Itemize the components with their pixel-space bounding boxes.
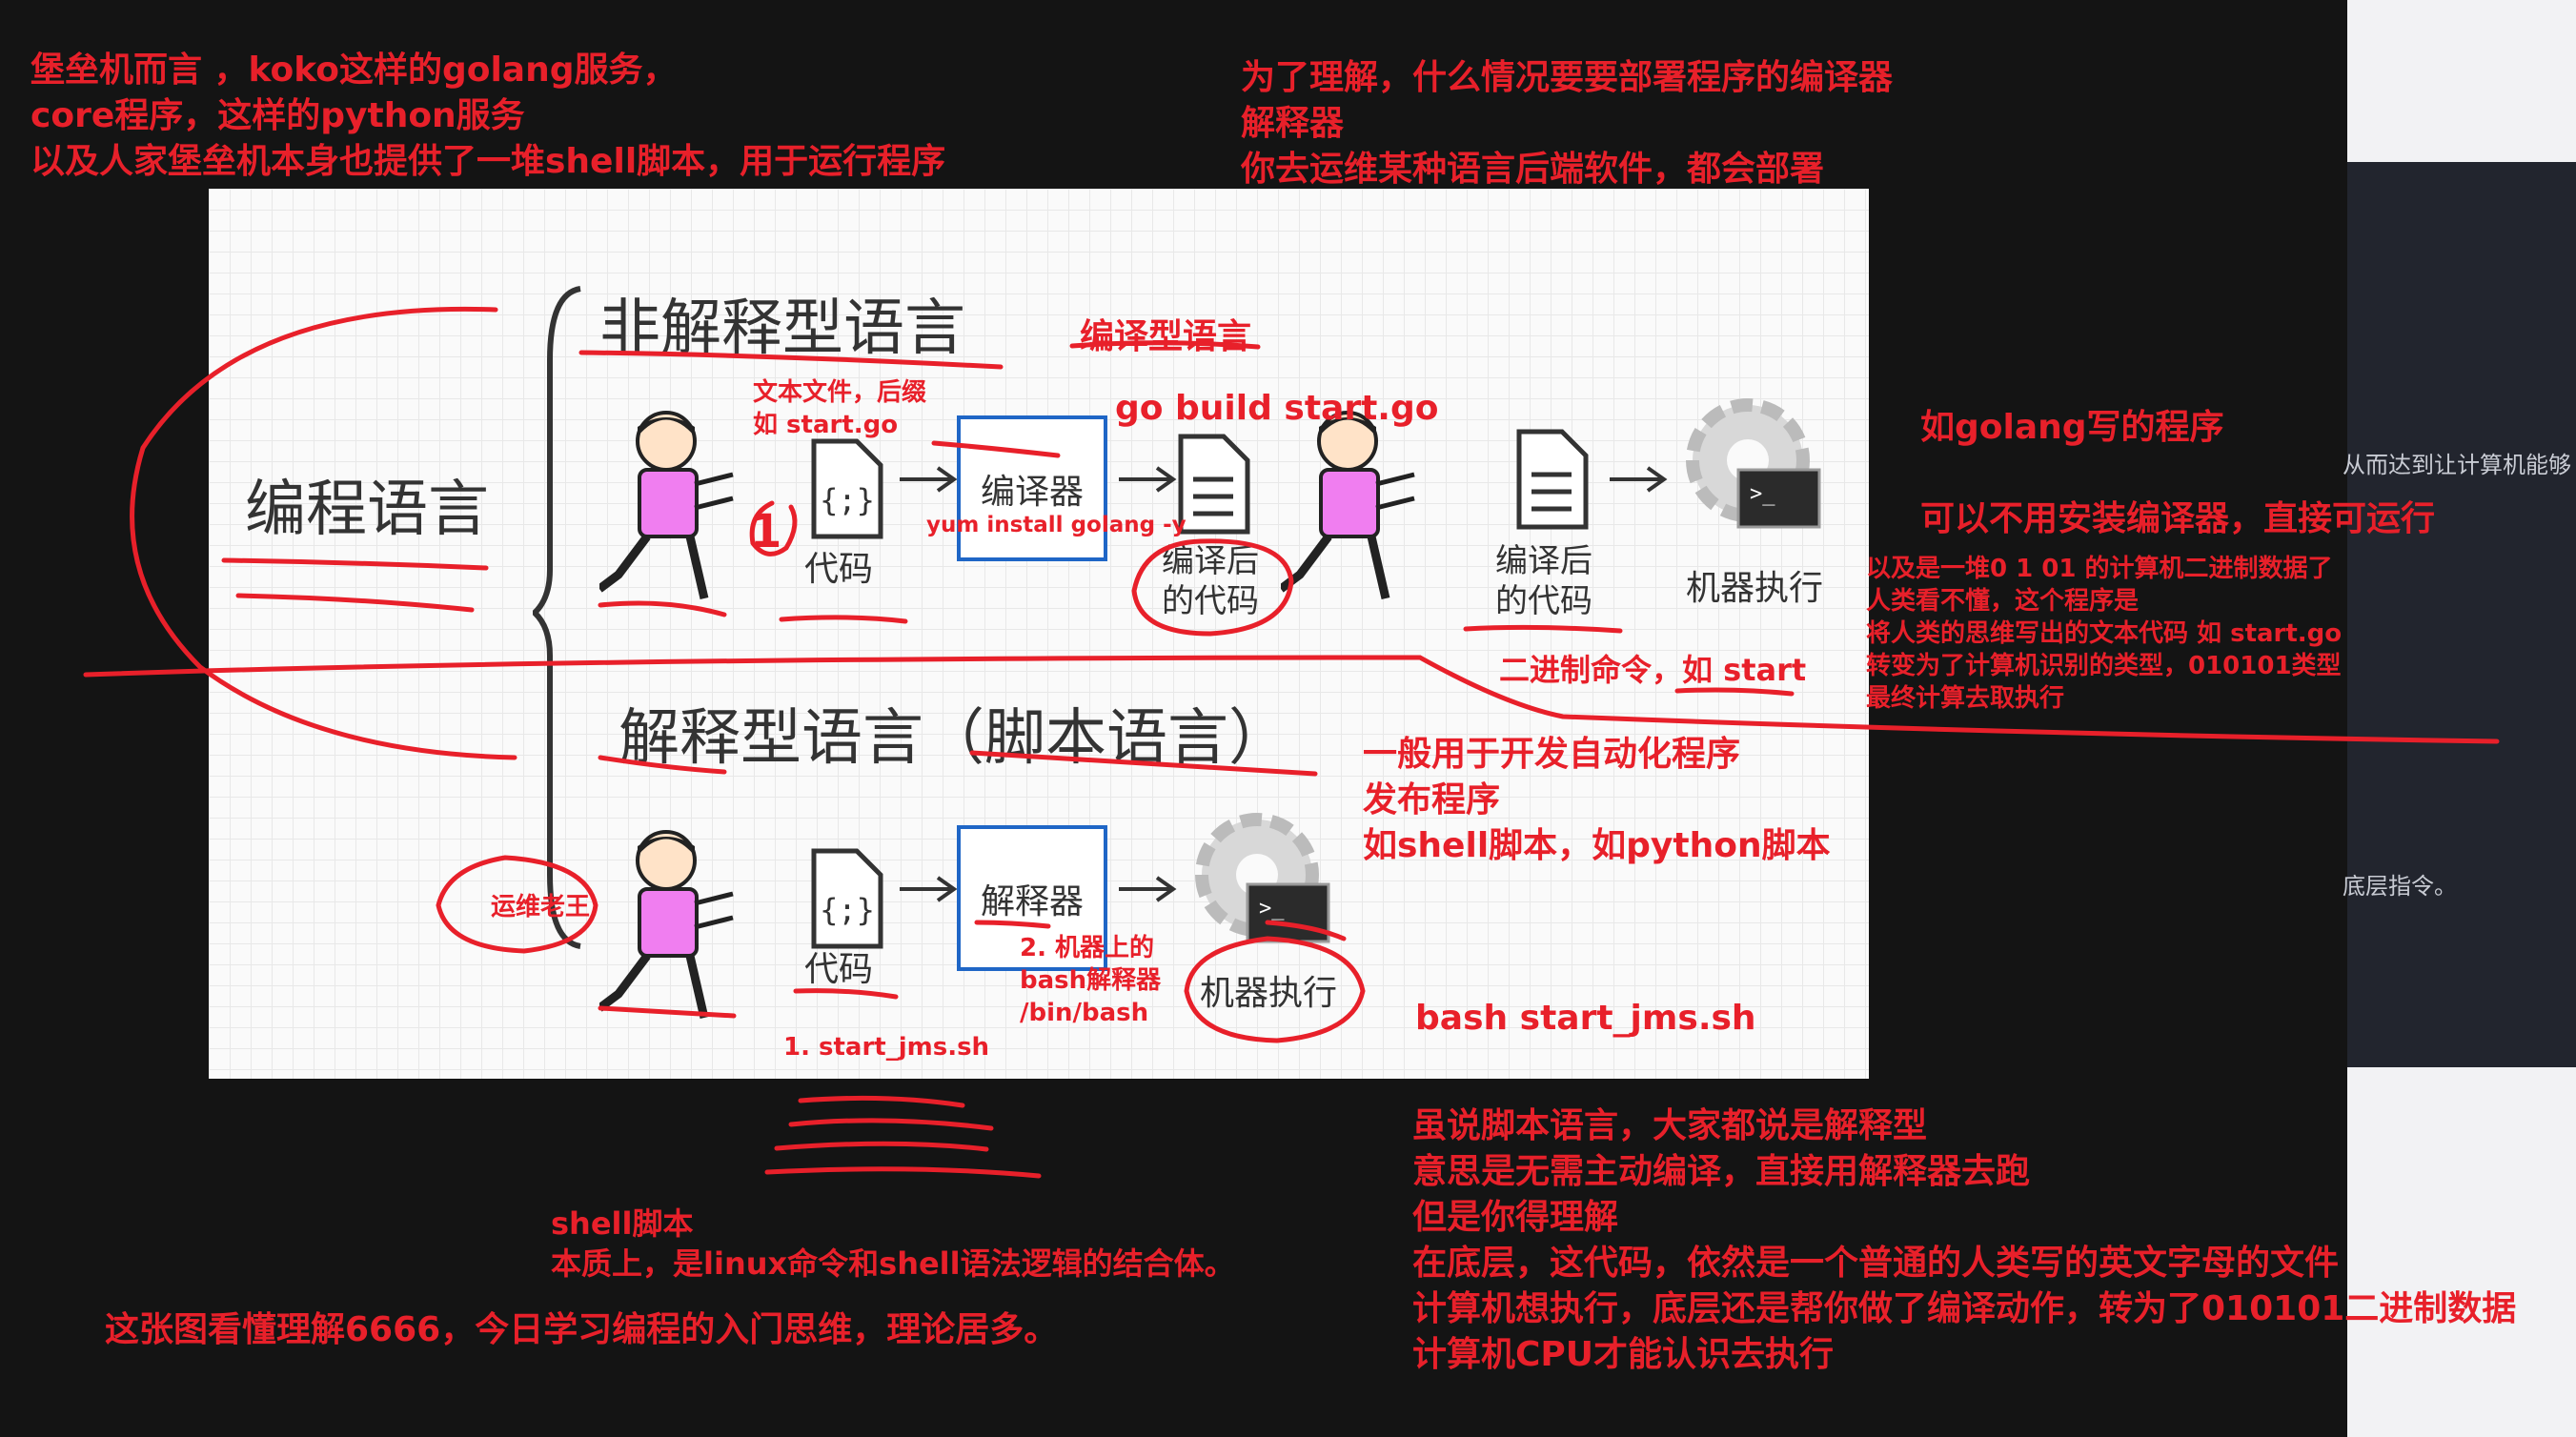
compiled-code-line: 的代码: [1162, 582, 1259, 620]
underline-stroke: [764, 1166, 1042, 1179]
note-line: bash解释器: [1020, 966, 1162, 995]
note-line: 以及人家堡垒机本身也提供了一堆shell脚本，用于运行程序: [30, 142, 946, 181]
right-dark-panel: [2347, 162, 2576, 1067]
bottom-note: 这张图看懂理解6666，今日学习编程的入门思维，理论居多。: [105, 1310, 1059, 1349]
note-line: 虽说脚本语言，大家都说是解释型: [1412, 1106, 1928, 1145]
note-line: core程序，这样的python服务: [30, 96, 525, 135]
note-line: 本质上，是linux命令和shell语法逻辑的结合体。: [551, 1245, 1235, 1282]
golang-note: 如golang写的程序 可以不用安装编译器，直接可运行: [1920, 405, 2435, 542]
start-jms-note: 1. start_jms.sh: [783, 1033, 990, 1062]
note-top-left: 堡垒机而言 ，koko这样的golang服务， core程序，这样的python…: [30, 48, 945, 185]
shell-note: shell脚本 本质上，是linux命令和shell语法逻辑的结合体。: [551, 1204, 1235, 1284]
arrow-icon: [1610, 466, 1668, 493]
compiled-code-label: 编译后 的代码: [1495, 541, 1592, 621]
note-line: 人类看不懂，这个程序是: [1866, 587, 2140, 616]
gear-terminal-icon: >_: [1195, 813, 1330, 943]
note-line: 如 start.go: [753, 411, 899, 439]
underline-stroke: [774, 1141, 989, 1152]
note-line: 可以不用安装编译器，直接可运行: [1920, 499, 2436, 538]
note-line: shell脚本: [551, 1205, 694, 1242]
note-line: 你去运维某种语言后端软件，都会部署: [1241, 150, 1825, 189]
go-build-note: go build start.go: [1115, 389, 1439, 428]
bash-cmd-note: bash start_jms.sh: [1415, 999, 1756, 1038]
note-line: 如golang写的程序: [1920, 408, 2224, 447]
text-file-note: 文本文件，后缀 如 start.go: [753, 376, 926, 441]
number-one-mark: 1: [750, 505, 782, 558]
interpreted-heading: 解释型语言（脚本语言）: [619, 703, 1289, 774]
arrow-icon: [1119, 466, 1177, 493]
note-line: 转变为了计算机识别的类型，010101类型: [1866, 652, 2342, 680]
code-label: 代码: [804, 550, 874, 589]
note-line: 文本文件，后缀: [753, 378, 927, 407]
note-line: [1920, 451, 2435, 496]
note-line: 但是你得理解: [1412, 1198, 1619, 1237]
compiler-box: 编译器: [957, 415, 1107, 561]
person-icon: [1281, 411, 1415, 600]
interpreter-label: 解释器: [980, 881, 1084, 921]
note-line: 最终计算去取执行: [1866, 684, 2065, 713]
arrow-icon: [1119, 876, 1177, 902]
note-line: 如shell脚本，如python脚本: [1363, 826, 1831, 865]
ops-wang-note: 运维老王: [491, 893, 591, 921]
code-file-icon: {;}: [811, 438, 883, 539]
note-line: 2. 机器上的: [1020, 934, 1155, 962]
note-top-center: 为了理解，什么情况要要部署程序的编译器 解释器 你去运维某种语言后端软件，都会部…: [1241, 55, 1893, 192]
automation-note: 一般用于开发自动化程序 发布程序 如shell脚本，如python脚本: [1363, 732, 1831, 869]
note-line: /bin/bash: [1020, 999, 1149, 1027]
note-line: 一般用于开发自动化程序: [1363, 735, 1741, 774]
compiled-code-label: 编译后 的代码: [1162, 541, 1259, 621]
note-line: 以及是一堆0 1 01 的计算机二进制数据了: [1866, 555, 2333, 583]
document-icon: [1178, 434, 1250, 535]
compiled-code-line: 编译后: [1162, 542, 1259, 580]
root-label: 编程语言: [245, 475, 489, 545]
code-file-icon: {;}: [811, 848, 883, 949]
yum-install-note: yum install golang -y: [926, 513, 1187, 537]
svg-text:>_: >_: [1750, 482, 1775, 506]
non-interpreted-heading: 非解释型语言: [599, 293, 965, 364]
gear-terminal-icon: >_: [1686, 398, 1821, 529]
binary-explain-note: 以及是一堆0 1 01 的计算机二进制数据了 人类看不懂，这个程序是 将人类的思…: [1866, 553, 2342, 715]
machine-bash-note: 2. 机器上的 bash解释器 /bin/bash: [1020, 932, 1161, 1029]
arrow-icon: [900, 876, 958, 902]
arrow-icon: [900, 466, 958, 493]
code-label: 代码: [804, 950, 874, 989]
binary-cmd-note: 二进制命令，如 start: [1499, 652, 1807, 688]
underline-stroke: [788, 1118, 994, 1131]
compiled-code-line: 编译后: [1495, 542, 1592, 580]
script-note: 虽说脚本语言，大家都说是解释型 意思是无需主动编译，直接用解释器去跑 但是你得理…: [1412, 1103, 2516, 1378]
compiled-lang-note: 编译型语言: [1080, 317, 1252, 356]
machine-exec-label: 机器执行: [1200, 974, 1338, 1013]
person-icon: [599, 411, 734, 600]
note-line: 解释器: [1241, 104, 1345, 143]
person-icon: [599, 830, 734, 1020]
note-line: 为了理解，什么情况要要部署程序的编译器: [1241, 58, 1894, 97]
note-line: 将人类的思维写出的文本代码 如 start.go: [1866, 619, 2343, 648]
underline-stroke: [798, 1095, 965, 1108]
note-line: 计算机CPU才能认识去执行: [1412, 1335, 1835, 1374]
note-line: 发布程序: [1363, 780, 1501, 820]
document-icon: [1516, 429, 1589, 530]
svg-text:>_: >_: [1259, 897, 1285, 921]
machine-exec-label: 机器执行: [1686, 569, 1824, 608]
note-line: 计算机想执行，底层还是帮你做了编译动作，转为了010101二进制数据: [1412, 1289, 2517, 1328]
svg-text:{;}: {;}: [820, 892, 875, 928]
note-line: 意思是无需主动编译，直接用解释器去跑: [1412, 1152, 2031, 1191]
brace-shape: [533, 286, 581, 949]
svg-text:{;}: {;}: [820, 482, 875, 518]
right-panel-text-2: 底层指令。: [2343, 873, 2457, 900]
note-line: 堡垒机而言 ，koko这样的golang服务，: [30, 51, 678, 90]
note-line: 在底层，这代码，依然是一个普通的人类写的英文字母的文件: [1412, 1244, 2340, 1283]
compiler-label: 编译器: [980, 472, 1084, 512]
compiled-code-line: 的代码: [1495, 582, 1592, 620]
